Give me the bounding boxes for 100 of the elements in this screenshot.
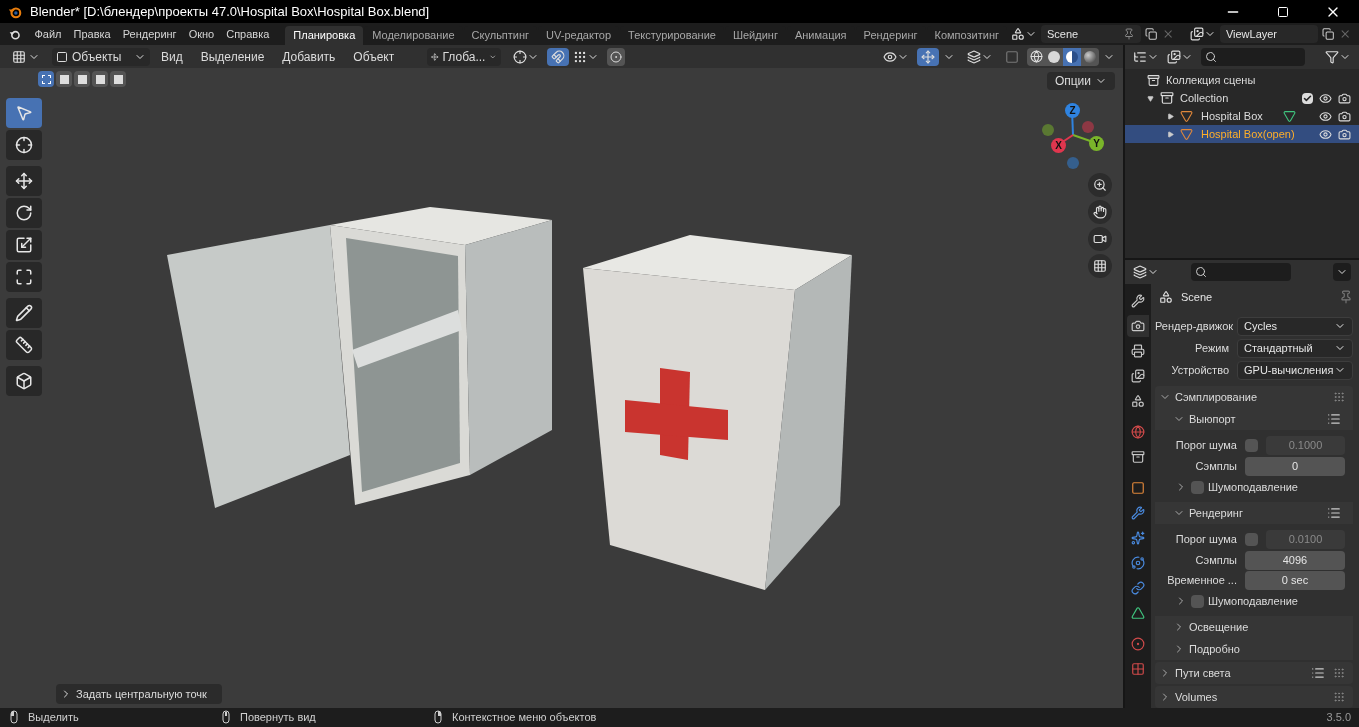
dropdown[interactable]: Cycles [1237,316,1353,336]
subpanel-header[interactable]: Рендеринг [1155,502,1353,524]
tool-button[interactable] [6,230,42,260]
field-label: Порог шума [1174,437,1238,453]
checkbox[interactable] [1191,594,1204,608]
mode-dropdown[interactable]: Объекты [52,47,150,66]
subpanel-header[interactable]: Выюпорт [1155,408,1353,430]
workspace-tab[interactable]: Планировка [285,26,364,45]
panel-header[interactable]: Пути света [1155,662,1353,684]
menu-item[interactable]: Справка [220,25,276,43]
expand-arrow-icon[interactable] [1167,112,1174,120]
overlay-button[interactable] [967,49,993,64]
checkbox[interactable] [1245,532,1258,546]
select-mode-button[interactable] [92,71,108,87]
view-layer-field[interactable]: ViewLayer [1219,25,1319,43]
eye-icon[interactable] [1319,109,1332,123]
subpanel-header[interactable]: Шумоподавление [1155,590,1353,612]
outliner-label: Коллекция сцены [1166,72,1256,88]
menu-item[interactable]: Добавить [275,47,343,66]
options-button[interactable] [1333,263,1351,281]
checkbox[interactable] [1245,438,1258,452]
display-mode-button[interactable] [1133,50,1159,64]
last-operator-panel[interactable]: Задать центральную точк [56,684,222,704]
shading-mode-button[interactable] [1063,47,1081,66]
tool-button[interactable] [6,366,42,396]
snap-target-button[interactable] [573,49,599,64]
subpanel-header[interactable]: Шумоподавление [1155,476,1353,498]
shading-mode-button[interactable] [1027,47,1045,66]
filter-button[interactable] [1325,50,1351,64]
tool-button[interactable] [6,130,42,160]
orientation-dropdown[interactable]: Глоба... [427,47,501,66]
pivot-button[interactable] [513,49,539,64]
properties-tab[interactable] [1127,315,1149,337]
exclude-checkbox[interactable] [1302,92,1313,104]
camera-icon [1131,319,1145,333]
outliner-row[interactable]: Hospital Box(open) [1125,125,1359,143]
tool-button[interactable] [6,262,42,292]
dropdown[interactable]: GPU-вычисления [1237,360,1353,380]
panel-header[interactable]: Сэмплирование [1155,386,1353,408]
camera-icon[interactable] [1338,127,1351,141]
menu-item[interactable]: Правка [67,25,117,43]
search-field[interactable] [1201,48,1305,66]
number-field[interactable]: 4096 [1245,550,1345,570]
editor-type-button[interactable] [1133,265,1159,279]
expand-arrow-icon[interactable] [1167,130,1174,138]
gizmo-toggle[interactable] [917,47,939,66]
menu-item[interactable]: Вид [154,47,190,66]
tool-button[interactable] [6,198,42,228]
presets-icon[interactable] [1311,666,1325,680]
view-layer-button[interactable] [1167,50,1193,64]
checkbox[interactable] [1191,480,1204,494]
wrench-icon [1131,506,1145,520]
panel-header[interactable]: Volumes [1155,686,1353,708]
proportional-edit-button[interactable] [607,47,625,66]
number-field[interactable]: 0 [1245,456,1345,476]
filter-icon [1325,50,1339,64]
camera-icon[interactable] [1338,91,1351,105]
field-label: Порог шума [1174,531,1238,547]
drag-handle-icon[interactable] [1333,691,1345,703]
outliner-row[interactable]: Collection [1125,89,1359,107]
drag-handle-icon[interactable] [1333,391,1345,403]
select-mode-button[interactable] [110,71,126,87]
maximize-icon[interactable] [1277,5,1289,18]
presets-icon[interactable] [1327,412,1341,426]
sparkles-icon [1131,531,1145,545]
dropdown[interactable]: Стандартный [1237,338,1353,358]
eye-icon[interactable] [1319,91,1332,105]
number-field[interactable]: 0 sec [1245,570,1345,590]
copy-icon[interactable] [1322,27,1335,41]
menu-item[interactable]: Рендеринг [116,25,183,43]
scene-field[interactable]: Scene [1041,25,1142,43]
checker-icon [1131,662,1145,676]
select-mode-button[interactable] [74,71,90,87]
select-mode-button[interactable] [38,71,54,87]
snap-toggle[interactable] [547,47,569,66]
tool-button[interactable] [6,166,42,196]
copy-icon[interactable] [1145,27,1158,41]
visibility-button[interactable] [883,49,909,64]
drag-handle-icon[interactable] [1333,667,1345,679]
tool-button[interactable] [6,330,42,360]
menu-item[interactable]: Объект [346,47,402,66]
tool-button[interactable] [6,298,42,328]
presets-icon[interactable] [1327,506,1341,520]
mesh-data-icon[interactable] [1282,109,1296,123]
menu-item[interactable]: Окно [182,25,221,43]
menu-item[interactable]: Файл [28,25,68,43]
cube-icon [15,372,33,390]
pin-icon[interactable] [1339,290,1353,304]
select-mode-button[interactable] [56,71,72,87]
eye-icon[interactable] [1319,127,1332,141]
outliner-label: Collection [1180,90,1229,106]
search-field[interactable] [1191,263,1291,281]
panel-title: Volumes [1175,689,1219,705]
camera-icon[interactable] [1338,109,1351,123]
expand-arrow-icon[interactable] [1147,94,1154,102]
orbit-icon [1131,556,1145,570]
options-dropdown[interactable]: Опции [1046,72,1115,90]
xray-button[interactable] [1005,49,1019,64]
menu-item[interactable]: Выделение [193,47,272,66]
outliner-row[interactable]: Hospital Box [1125,107,1359,125]
